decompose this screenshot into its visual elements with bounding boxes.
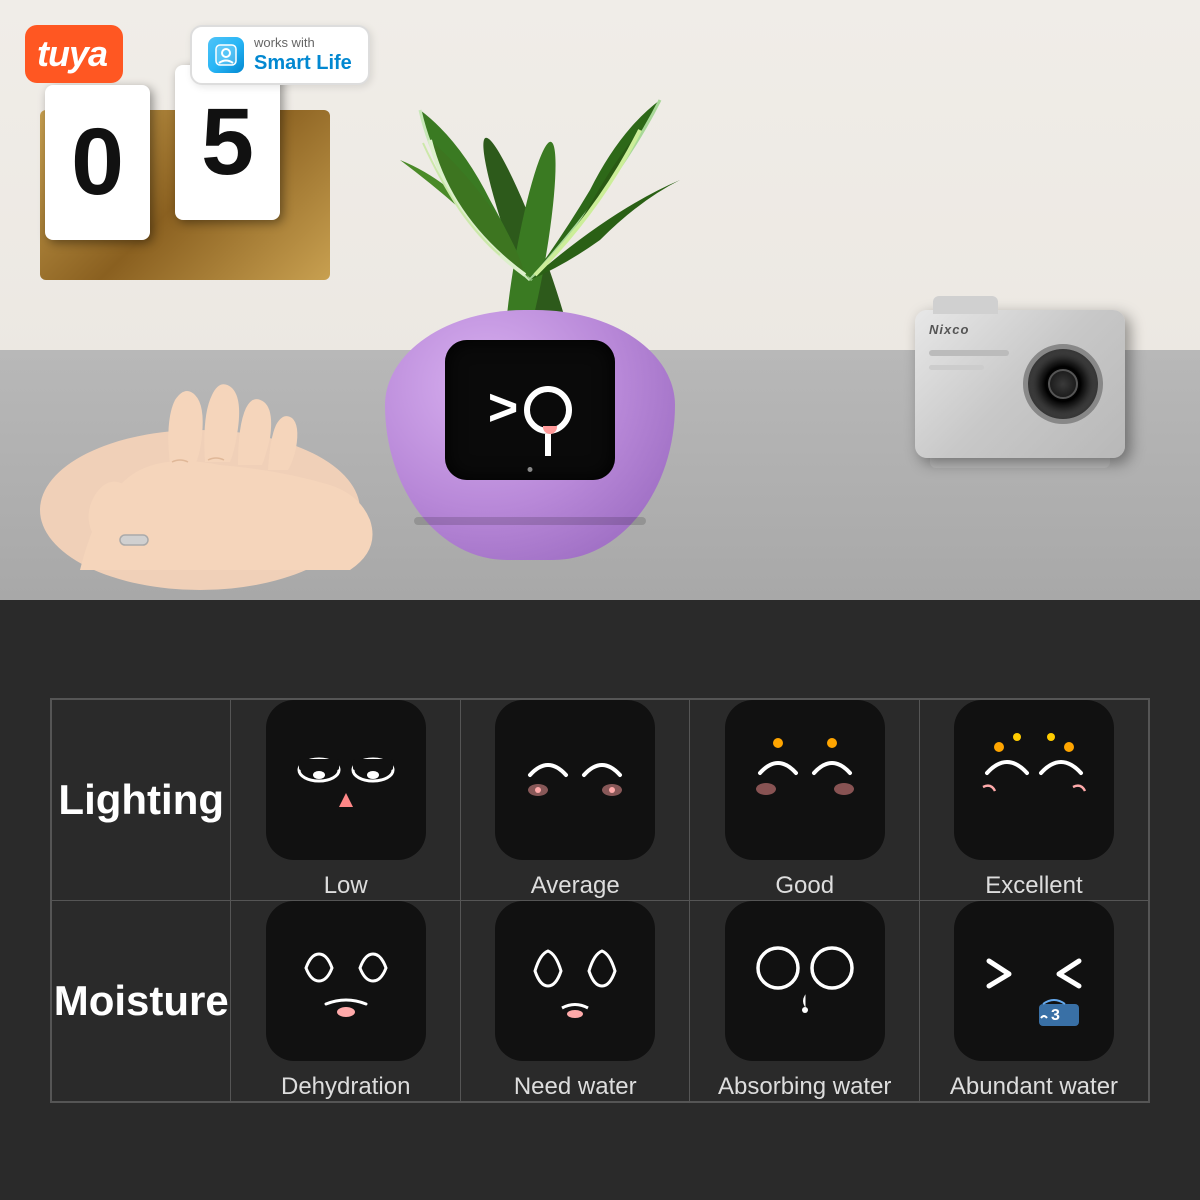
- moisture-need-water-label: Need water: [461, 1073, 690, 1101]
- number-card-5: 5: [175, 65, 280, 220]
- lighting-low-face-svg: [281, 715, 411, 845]
- plant-pot-area: >: [360, 80, 700, 560]
- lighting-excellent-face-svg: [969, 715, 1099, 845]
- moisture-absorbing-icon: [725, 901, 885, 1061]
- lighting-low-cell: Low: [231, 699, 461, 901]
- pot-body: >: [385, 310, 675, 560]
- moisture-dehydration-cell: Dehydration: [231, 900, 461, 1102]
- svg-text:3: 3: [1051, 1007, 1060, 1024]
- moisture-need-water-icon: [495, 901, 655, 1061]
- camera-detail-2: [929, 365, 984, 370]
- moisture-abundant-cell: 3 Abundant water: [919, 900, 1149, 1102]
- tuya-logo-text: tuya: [37, 33, 107, 75]
- lighting-label: Lighting: [51, 699, 231, 901]
- moisture-row: Moisture Dehydratio: [51, 900, 1149, 1102]
- moisture-absorbing-face-svg: [740, 916, 870, 1046]
- lighting-low-label: Low: [231, 872, 460, 900]
- moisture-need-water-cell: Need water: [460, 900, 690, 1102]
- lighting-low-icon: [266, 700, 426, 860]
- lighting-excellent-label: Excellent: [920, 872, 1148, 900]
- moisture-label: Moisture: [51, 900, 231, 1102]
- camera-body: Nixco: [915, 310, 1125, 458]
- feature-grid-section: Lighting: [0, 600, 1200, 1200]
- tuya-badge: tuya: [25, 25, 123, 83]
- pot-display-screen: >: [445, 340, 615, 480]
- moisture-absorbing-cell: Absorbing water: [690, 900, 920, 1102]
- lighting-excellent-cell: Excellent: [919, 699, 1149, 901]
- camera-lens: [1023, 344, 1103, 424]
- camera-base: [930, 458, 1110, 468]
- smart-life-text-block: works with Smart Life: [254, 35, 352, 75]
- sensor-dot: [528, 467, 533, 472]
- lighting-average-label: Average: [461, 872, 690, 900]
- lighting-average-cell: Average: [460, 699, 690, 901]
- moisture-abundant-face-svg: 3: [969, 916, 1099, 1046]
- lighting-good-label: Good: [690, 872, 919, 900]
- smart-life-badge: works with Smart Life: [190, 25, 370, 85]
- lighting-row: Lighting: [51, 699, 1149, 901]
- smart-life-icon: [208, 37, 244, 73]
- pot-ridge: [414, 517, 646, 525]
- moisture-abundant-label: Abundant water: [920, 1073, 1148, 1101]
- product-hero-section: tuya works with Smart Life 0 5: [0, 0, 1200, 600]
- moisture-absorbing-label: Absorbing water: [690, 1073, 919, 1101]
- eye-stem: [545, 434, 551, 456]
- camera-lens-inner: [1048, 369, 1078, 399]
- lighting-good-face-svg: [740, 715, 870, 845]
- moisture-abundant-icon: 3: [954, 901, 1114, 1061]
- lighting-average-icon: [495, 700, 655, 860]
- moisture-need-water-face-svg: [510, 916, 640, 1046]
- number-card-0: 0: [45, 85, 150, 240]
- camera-top-bump: [933, 296, 998, 314]
- works-with-label: works with: [254, 35, 352, 51]
- moisture-dehydration-face-svg: [281, 916, 411, 1046]
- feature-table: Lighting: [50, 698, 1150, 1103]
- number-cards-area: 0 5: [30, 55, 350, 285]
- lighting-excellent-icon: [954, 700, 1114, 860]
- lighting-good-icon: [725, 700, 885, 860]
- moisture-dehydration-label: Dehydration: [231, 1073, 460, 1101]
- pot-face-expression: >: [488, 386, 572, 434]
- camera-brand-text: Nixco: [929, 322, 969, 337]
- camera-detail-1: [929, 350, 1009, 356]
- face-greater-than: >: [488, 382, 518, 434]
- smart-life-name-label: Smart Life: [254, 51, 352, 75]
- lighting-average-face-svg: [510, 715, 640, 845]
- camera-area: Nixco: [915, 310, 1145, 500]
- moisture-dehydration-icon: [266, 901, 426, 1061]
- lighting-good-cell: Good: [690, 699, 920, 901]
